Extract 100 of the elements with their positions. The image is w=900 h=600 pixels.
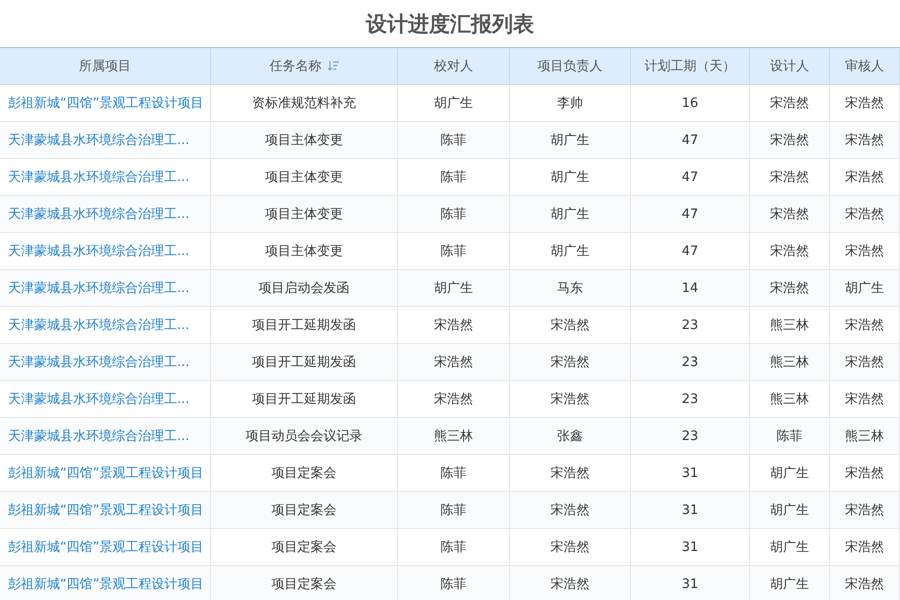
table-cell-text: 项目定案会 (272, 502, 336, 519)
project-link[interactable]: 彭祖新城“四馆”景观工程设计项目 (0, 455, 211, 491)
table-cell: 47 (682, 170, 698, 184)
project-link[interactable]: 天津蒙城县水环境综合治理工... (0, 418, 211, 454)
table-cell-text: 项目开工延期发函 (252, 354, 356, 371)
column-header: 计划工期（天） (644, 58, 736, 75)
project-link[interactable]: 天津蒙城县水环境综合治理工... (0, 233, 211, 269)
table-cell-text: 陈菲 (440, 539, 466, 556)
table-cell: 31 (682, 466, 698, 480)
table-cell-text: 宋浩然 (845, 206, 884, 223)
table-cell: 31 (682, 502, 698, 518)
table-cell-text: 张鑫 (557, 428, 583, 445)
project-link[interactable]: 天津蒙城县水环境综合治理工... (0, 122, 211, 158)
table-cell-text: 熊三林 (770, 317, 809, 334)
table-cell-text: 宋浩然 (770, 280, 809, 297)
table-cell-text: 熊三林 (770, 391, 809, 408)
table-cell-text: 熊三林 (845, 428, 884, 445)
column-header: 审核人 (845, 58, 884, 75)
table-cell-text: 胡广生 (770, 465, 809, 482)
table-cell-text: 胡广生 (770, 576, 809, 593)
table-cell: 14 (682, 280, 698, 296)
column-header: 设计人 (770, 58, 809, 75)
table-cell-text: 胡广生 (550, 132, 590, 149)
sort-icon[interactable] (328, 61, 338, 71)
table-cell-text: 宋浩然 (770, 243, 809, 260)
table-cell-text: 宋浩然 (434, 354, 473, 371)
table-cell-text: 宋浩然 (550, 391, 590, 408)
table-cell-text: 胡广生 (434, 95, 473, 112)
project-link[interactable]: 天津蒙城县水环境综合治理工... (0, 196, 211, 232)
table-cell-text: 宋浩然 (845, 502, 884, 519)
table-cell-text: 马东 (557, 280, 583, 297)
page-title: 设计进度汇报列表 (366, 10, 534, 38)
table-cell-text: 陈菲 (440, 465, 466, 482)
table-cell-text: 项目主体变更 (265, 169, 343, 186)
table-cell-text: 宋浩然 (550, 465, 590, 482)
project-link[interactable]: 彭祖新城“四馆”景观工程设计项目 (0, 492, 211, 528)
table-cell-text: 熊三林 (434, 428, 473, 445)
project-link[interactable]: 天津蒙城县水环境综合治理工... (0, 159, 211, 195)
table-cell-text: 陈菲 (776, 428, 802, 445)
table-cell-text: 宋浩然 (845, 317, 884, 334)
table-cell-text: 宋浩然 (845, 391, 884, 408)
table-cell-text: 胡广生 (770, 502, 809, 519)
table-cell-text: 宋浩然 (550, 502, 590, 519)
table-cell-text: 项目主体变更 (265, 206, 343, 223)
table-cell-text: 宋浩然 (434, 317, 473, 334)
table-cell-text: 宋浩然 (770, 95, 809, 112)
project-link[interactable]: 天津蒙城县水环境综合治理工... (0, 307, 211, 343)
table-cell: 23 (682, 354, 698, 370)
table-cell-text: 宋浩然 (434, 391, 473, 408)
project-link[interactable]: 彭祖新城“四馆”景观工程设计项目 (0, 566, 211, 600)
table-cell: 23 (682, 318, 698, 332)
project-link[interactable]: 天津蒙城县水环境综合治理工... (0, 344, 211, 380)
table-cell-text: 胡广生 (770, 539, 809, 556)
table-cell: 23 (682, 392, 698, 406)
table-cell-text: 项目启动会发函 (258, 280, 350, 297)
table-cell-text: 熊三林 (770, 354, 809, 371)
table-cell-text: 项目定案会 (272, 465, 336, 482)
table-cell-text: 宋浩然 (845, 465, 884, 482)
column-header: 项目负责人 (538, 58, 602, 75)
table-cell-text: 胡广生 (434, 280, 473, 297)
table-cell: 31 (682, 576, 698, 592)
table-cell-text: 宋浩然 (550, 539, 590, 556)
table-cell: 47 (682, 132, 698, 148)
table-cell-text: 项目主体变更 (265, 243, 343, 260)
table-cell-text: 项目动员会会议记录 (246, 428, 362, 445)
table-cell-text: 宋浩然 (845, 539, 884, 556)
table-cell-text: 宋浩然 (845, 354, 884, 371)
table-cell-text: 宋浩然 (550, 354, 590, 371)
table-cell-text: 资标准规范料补充 (252, 95, 356, 112)
table-cell-text: 宋浩然 (550, 317, 590, 334)
table-cell-text: 胡广生 (550, 243, 590, 260)
column-header[interactable]: 任务名称 (270, 57, 322, 75)
project-link[interactable]: 彭祖新城“四馆”景观工程设计项目 (0, 85, 211, 121)
table-cell: 47 (682, 244, 698, 258)
project-link[interactable]: 彭祖新城“四馆”景观工程设计项目 (0, 529, 211, 565)
table-cell-text: 胡广生 (845, 280, 884, 297)
table-cell-text: 宋浩然 (845, 132, 884, 149)
project-link[interactable]: 天津蒙城县水环境综合治理工... (0, 270, 211, 306)
table-cell-text: 陈菲 (440, 169, 466, 186)
table-cell-text: 宋浩然 (770, 132, 809, 149)
table-cell-text: 陈菲 (440, 576, 466, 593)
table-cell: 47 (682, 206, 698, 222)
table-cell: 16 (682, 96, 698, 110)
table-cell-text: 项目定案会 (272, 576, 336, 593)
table-cell-text: 项目开工延期发函 (252, 317, 356, 334)
table-cell-text: 陈菲 (440, 206, 466, 223)
column-header: 校对人 (434, 58, 473, 75)
table-cell-text: 陈菲 (440, 502, 466, 519)
table-cell-text: 宋浩然 (845, 243, 884, 260)
table-cell-text: 胡广生 (550, 206, 590, 223)
column-header: 所属项目 (79, 58, 131, 75)
project-link[interactable]: 天津蒙城县水环境综合治理工... (0, 381, 211, 417)
table-cell-text: 陈菲 (440, 243, 466, 260)
table-cell-text: 宋浩然 (770, 169, 809, 186)
table-cell-text: 宋浩然 (845, 169, 884, 186)
table-cell: 23 (682, 428, 698, 444)
table-cell-text: 宋浩然 (845, 576, 884, 593)
table-cell-text: 项目主体变更 (265, 132, 343, 149)
table-cell: 31 (682, 540, 698, 554)
table-cell-text: 项目定案会 (272, 539, 336, 556)
